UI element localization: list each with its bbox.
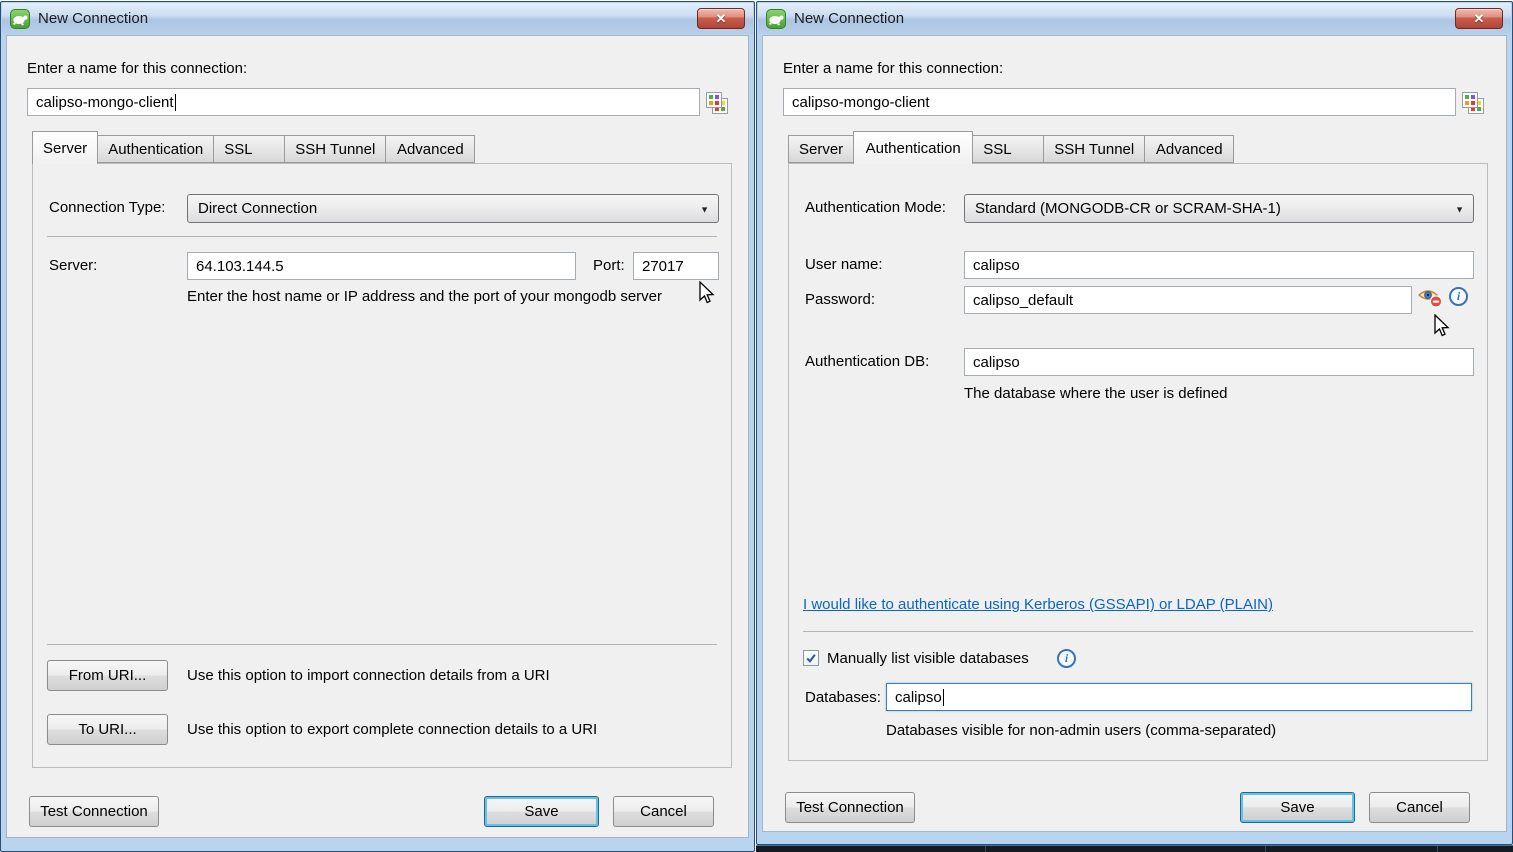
- port-label: Port:: [593, 257, 625, 274]
- hide-password-eye-icon[interactable]: [1417, 286, 1443, 308]
- save-button[interactable]: Save: [484, 796, 599, 827]
- window-title: New Connection: [38, 10, 148, 27]
- auth-db-input[interactable]: calipso: [964, 348, 1474, 376]
- tab-ssl[interactable]: SSL: [213, 135, 285, 163]
- text-caret: [943, 689, 944, 706]
- separator: [47, 236, 717, 237]
- connection-type-select[interactable]: Direct Connection ▼: [187, 194, 719, 223]
- server-tab-panel: Connection Type: Direct Connection ▼ Ser…: [32, 163, 732, 768]
- tab-ssh-tunnel[interactable]: SSH Tunnel: [1043, 135, 1145, 163]
- chevron-down-icon: ▼: [700, 204, 709, 214]
- cancel-button[interactable]: Cancel: [1369, 792, 1470, 823]
- name-label: Enter a name for this connection:: [27, 60, 247, 77]
- new-connection-window-authentication: New Connection ✕ Enter a name for this c…: [756, 1, 1513, 845]
- tab-authentication[interactable]: Authentication: [97, 135, 214, 163]
- username-input[interactable]: calipso: [964, 251, 1474, 279]
- screen: New Connection ✕ Enter a name for this c…: [0, 0, 1513, 852]
- color-palette-icon[interactable]: [1461, 91, 1486, 116]
- tab-bar: Server Authentication SSL SSH Tunnel Adv…: [788, 131, 1234, 164]
- dialog-body: Enter a name for this connection: calips…: [762, 35, 1507, 832]
- to-uri-help-text: Use this option to export complete conne…: [187, 721, 597, 738]
- new-connection-window-server: New Connection ✕ Enter a name for this c…: [0, 1, 755, 852]
- divider: [1437, 846, 1438, 852]
- tab-server[interactable]: Server: [788, 135, 854, 163]
- tab-bar: Server Authentication SSL SSH Tunnel Adv…: [32, 131, 475, 164]
- background-window-strip: [756, 845, 1513, 852]
- databases-info-icon[interactable]: i: [1057, 649, 1076, 668]
- divider: [1265, 846, 1266, 852]
- server-help-text: Enter the host name or IP address and th…: [187, 288, 662, 305]
- databases-input[interactable]: calipso: [886, 683, 1472, 711]
- save-button[interactable]: Save: [1240, 792, 1355, 823]
- from-uri-button[interactable]: From URI...: [47, 660, 168, 691]
- name-label: Enter a name for this connection:: [783, 60, 1003, 77]
- titlebar[interactable]: New Connection ✕: [758, 3, 1511, 34]
- tab-ssl[interactable]: SSL: [972, 135, 1044, 163]
- titlebar[interactable]: New Connection ✕: [2, 3, 753, 34]
- color-palette-icon[interactable]: [705, 91, 730, 116]
- auth-db-help-text: The database where the user is defined: [964, 385, 1228, 402]
- auth-mode-label: Authentication Mode:: [805, 199, 946, 216]
- app-turtle-icon: [766, 9, 786, 29]
- tab-server[interactable]: Server: [32, 131, 98, 164]
- tab-advanced[interactable]: Advanced: [1144, 135, 1234, 163]
- manually-list-databases-checkbox[interactable]: [803, 650, 819, 666]
- tab-authentication[interactable]: Authentication: [853, 131, 973, 164]
- separator: [47, 644, 717, 645]
- connection-name-input[interactable]: calipso-mongo-client: [783, 88, 1456, 116]
- dialog-body: Enter a name for this connection: calips…: [6, 35, 749, 838]
- app-turtle-icon: [10, 9, 30, 29]
- chevron-down-icon: ▼: [1455, 204, 1464, 214]
- connection-name-input[interactable]: calipso-mongo-client: [27, 88, 700, 116]
- username-label: User name:: [805, 256, 883, 273]
- window-title: New Connection: [794, 10, 904, 27]
- from-uri-help-text: Use this option to import connection det…: [187, 667, 550, 684]
- text-caret: [175, 94, 176, 111]
- password-info-icon[interactable]: i: [1449, 287, 1468, 306]
- databases-label: Databases:: [805, 689, 881, 706]
- close-icon[interactable]: ✕: [697, 8, 745, 29]
- auth-db-label: Authentication DB:: [805, 353, 929, 370]
- server-label: Server:: [49, 257, 97, 274]
- divider: [985, 846, 986, 852]
- tab-advanced[interactable]: Advanced: [385, 135, 475, 163]
- cancel-button[interactable]: Cancel: [613, 796, 714, 827]
- test-connection-button[interactable]: Test Connection: [785, 792, 915, 823]
- separator: [803, 631, 1473, 632]
- manually-list-databases-label: Manually list visible databases: [827, 650, 1029, 667]
- auth-mode-select[interactable]: Standard (MONGODB-CR or SCRAM-SHA-1) ▼: [964, 194, 1474, 223]
- password-input[interactable]: calipso_default: [964, 286, 1412, 314]
- tab-ssh-tunnel[interactable]: SSH Tunnel: [284, 135, 386, 163]
- databases-help-text: Databases visible for non-admin users (c…: [886, 722, 1276, 739]
- server-host-input[interactable]: 64.103.144.5: [187, 252, 576, 280]
- close-icon[interactable]: ✕: [1455, 8, 1503, 29]
- checkmark-icon: [805, 652, 817, 664]
- test-connection-button[interactable]: Test Connection: [29, 796, 159, 827]
- password-label: Password:: [805, 291, 875, 308]
- kerberos-ldap-link[interactable]: I would like to authenticate using Kerbe…: [803, 596, 1273, 613]
- connection-type-label: Connection Type:: [49, 199, 165, 216]
- server-port-input[interactable]: 27017: [633, 252, 719, 280]
- to-uri-button[interactable]: To URI...: [47, 714, 168, 745]
- authentication-tab-panel: Authentication Mode: Standard (MONGODB-C…: [788, 163, 1488, 761]
